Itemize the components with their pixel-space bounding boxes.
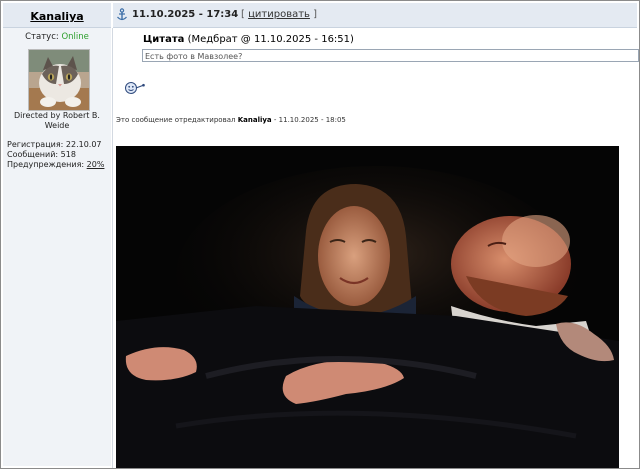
status-value: Online xyxy=(61,32,89,42)
post-header: 11.10.2025 - 17:34 [ цитировать ] xyxy=(113,3,637,28)
warnings: Предупреждения: 20% xyxy=(7,160,111,170)
avatar[interactable] xyxy=(28,49,90,111)
warnings-value-link[interactable]: 20% xyxy=(87,160,105,169)
author-signature: Directed by Robert B. Weide xyxy=(14,111,100,130)
quote-link[interactable]: цитировать xyxy=(248,9,310,20)
quote-header: Цитата (Медбрат @ 11.10.2025 - 16:51) xyxy=(143,34,354,45)
message-count: Сообщений: 518 xyxy=(7,150,76,159)
registration-date: Регистрация: 22.10.07 xyxy=(7,140,102,149)
warnings-label: Предупреждения: xyxy=(7,160,85,169)
edit-note: Это сообщение отредактировал Kanaliya - … xyxy=(116,116,346,124)
quote-button[interactable]: [ цитировать ] xyxy=(241,3,317,27)
post-image[interactable] xyxy=(116,146,619,468)
status-label: Статус: xyxy=(25,32,59,42)
smiley-icon xyxy=(125,82,145,94)
quote-body: Есть фото в Мавзолее? xyxy=(142,49,639,62)
edit-note-prefix: Это сообщение отредактировал xyxy=(116,116,236,124)
author-sidebar: Статус: Online Directed by Robert B. Wei… xyxy=(3,28,111,466)
photo-collage xyxy=(116,146,619,468)
quote-meta: (Медбрат @ 11.10.2025 - 16:51) xyxy=(187,34,354,45)
quote-bracket-open: [ xyxy=(241,9,245,20)
author-name-link[interactable]: Kanaliya xyxy=(30,10,83,23)
quote-bracket-close: ] xyxy=(313,9,318,20)
author-header: Kanaliya xyxy=(3,3,111,28)
cat-avatar xyxy=(29,50,89,110)
edit-note-suffix: - 11.10.2025 - 18:05 xyxy=(273,116,346,124)
author-status: Статус: Online xyxy=(3,32,111,42)
edit-note-editor: Kanaliya xyxy=(237,116,272,124)
post-container: Kanaliya 11.10.2025 - 17:34 [ цитировать… xyxy=(0,0,640,469)
column-divider xyxy=(112,28,113,468)
anchor-icon[interactable] xyxy=(116,8,128,22)
author-stats: Регистрация: 22.10.07 Сообщений: 518 Пре… xyxy=(7,140,111,170)
quote-title: Цитата xyxy=(143,34,185,45)
post-date: 11.10.2025 - 17:34 xyxy=(132,9,239,20)
